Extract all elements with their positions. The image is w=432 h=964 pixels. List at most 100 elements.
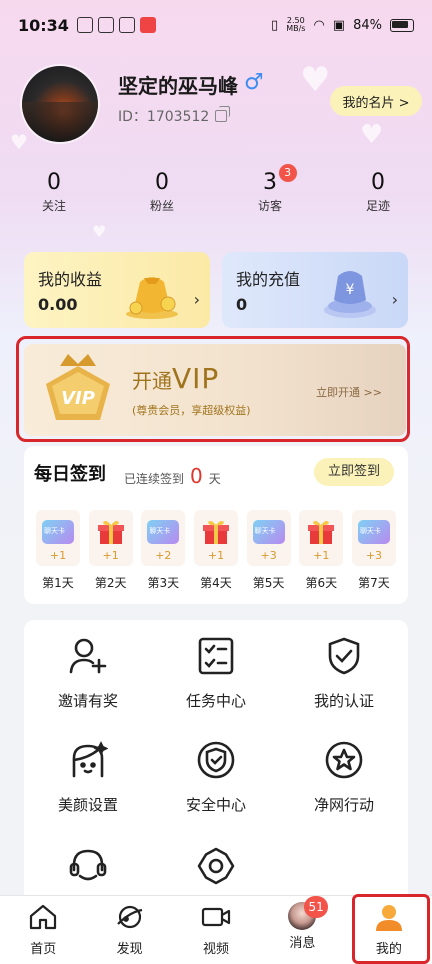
signin-days: +1 第1天 +1 第2天 +2 第3天 +1 第4天 +3 第5天 + [36,510,396,591]
profile-id-text: ID：1703512 [118,109,210,125]
wifi-icon: ◠ [313,17,325,33]
grid-item-settings[interactable] [152,846,280,900]
chevron-right-icon: › [391,290,398,309]
svg-text:¥: ¥ [346,282,355,298]
stat-value: 3 [263,170,277,195]
nav-me-highlight-box [352,894,430,964]
day-label: 第4天 [200,576,232,590]
recharge-card[interactable]: 我的充值 0 ¥ › [222,252,408,328]
day-reward: +1 [102,549,119,562]
signin-day[interactable]: +1 第2天 [88,510,133,591]
gift-box-icon [97,520,124,544]
status-right: ▯ 2.50 MB/s ◠ ▣ 84% [271,17,414,33]
gift-box-icon [202,520,229,544]
vibrate-icon: ▯ [271,17,279,33]
profile-stats: 0 关注 0 粉丝 3 3 访客 0 足迹 [0,164,432,214]
shop-notification-icon [139,17,156,33]
settings-gear-icon [197,847,235,885]
signin-day[interactable]: +2 第3天 [141,510,186,591]
day-reward: +3 [260,549,277,562]
earnings-card[interactable]: 我的收益 0.00 › [24,252,210,328]
signin-day[interactable]: +1 第1天 [36,510,80,591]
signin-day[interactable]: +3 第5天 [246,510,291,591]
chevron-right-icon: › [193,290,200,309]
visitor-badge: 3 [278,164,297,182]
nav-label: 发现 [116,942,143,957]
speed-unit: MB/s [286,24,306,33]
copy-icon[interactable] [215,106,231,122]
customer-service-icon [69,849,107,881]
grid-item-certification[interactable]: 我的认证 [280,636,408,711]
grid-item-beauty[interactable]: 美颜设置 [24,740,152,815]
star-badge-icon [325,741,363,779]
namecard-button[interactable]: 我的名片 > [330,86,422,116]
day-label: 第1天 [42,576,74,590]
money-bag-icon [126,277,178,319]
male-gender-icon: ♂ [244,70,264,95]
vip-subtitle: (尊贵会员，享超级权益) [132,404,251,417]
heart-decoration-icon: ♥ [10,130,28,154]
shield-check-icon [328,637,360,675]
grid-label: 净网行动 [313,796,374,814]
recharge-amount: 0 [236,295,248,314]
vip-banner[interactable]: VIP 开通VIP (尊贵会员，享超级权益) 立即开通 >> [24,344,406,436]
stat-value: 0 [47,170,61,195]
stat-fans[interactable]: 0 粉丝 [108,170,216,214]
nav-video[interactable]: 视频 [173,896,259,964]
chat-card-ticket-icon [357,520,390,544]
grid-item-invite[interactable]: 邀请有奖 [24,636,152,711]
grid-label: 邀请有奖 [57,692,118,710]
gift-box-icon [308,520,335,544]
stat-value: 0 [371,170,385,195]
day-tile: +3 [246,510,291,566]
grid-item-security[interactable]: 安全中心 [152,740,280,815]
nav-discover[interactable]: 发现 [86,896,172,964]
stat-label: 足迹 [365,199,390,213]
function-grid: 邀请有奖 任务中心 我的认证 美颜设置 安全中心 净网行动 [24,620,408,920]
app-notification-icon [76,17,93,33]
task-list-icon [198,637,234,675]
day-label: 第2天 [94,576,127,590]
earnings-title: 我的收益 [38,270,103,289]
day-tile: +1 [88,510,133,566]
stat-label: 粉丝 [149,199,174,213]
signin-day[interactable]: +1 第4天 [193,510,238,591]
heart-decoration-icon: ♥ [360,120,384,150]
vip-open-now-link[interactable]: 立即开通 >> [316,384,382,400]
nav-label: 消息 [289,936,316,951]
nav-messages[interactable]: 51 消息 [259,896,345,964]
day-tile: +1 [193,510,238,566]
profile-avatar[interactable] [22,66,98,142]
stat-value: 0 [155,170,169,195]
grid-item-clean-network[interactable]: 净网行动 [280,740,408,815]
day-label: 第7天 [358,576,390,590]
signin-button[interactable]: 立即签到 [314,458,394,486]
battery-icon [390,18,414,32]
stat-following[interactable]: 0 关注 [0,170,108,214]
network-speed: 2.50 MB/s [286,17,305,33]
day-label: 第5天 [252,576,285,590]
nav-label: 首页 [30,942,57,957]
daily-signin-card: 每日签到 已连续签到 0 天 立即签到 +1 第1天 +1 第2天 +2 第3天… [24,446,408,604]
earnings-amount: 0.00 [38,295,78,314]
vip-open-title: 开通VIP [132,362,219,395]
video-camera-icon [201,907,231,927]
profile-username: 坚定的巫马峰 [118,74,238,98]
day-reward: +1 [49,549,67,562]
grid-item-customer-service[interactable] [24,846,152,900]
user-plus-icon [69,638,107,674]
nav-home[interactable]: 首页 [0,896,86,964]
signin-day[interactable]: +1 第6天 [299,510,344,591]
stat-visitors[interactable]: 3 3 访客 [216,164,324,214]
day-tile: +1 [36,510,80,566]
money-bag-3d-icon: ¥ [324,271,376,318]
stat-footprints[interactable]: 0 足迹 [324,170,432,214]
vip-crown-badge-icon: VIP [46,354,110,420]
sim-icon: ▣ [332,17,346,33]
profile-id: ID：1703512 [118,106,231,126]
vip-open-big: VIP [172,362,220,395]
grid-item-tasks[interactable]: 任务中心 [152,636,280,711]
battery-percent: 84% [353,17,382,33]
signin-day[interactable]: +3 第7天 [351,510,396,591]
stat-label: 访客 [257,199,282,213]
